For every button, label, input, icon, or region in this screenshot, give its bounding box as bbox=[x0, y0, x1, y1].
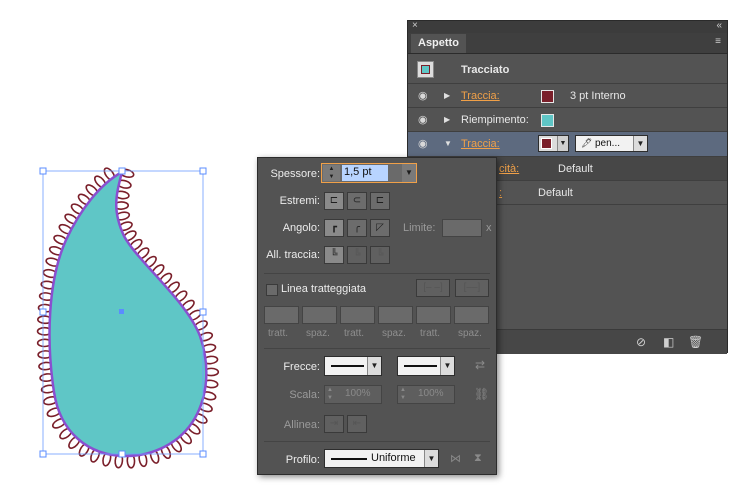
bevel-join-button[interactable]: ◸ bbox=[370, 219, 390, 237]
stroke-popup-panel: Spessore: ▲ ▼ 1,5 pt ▼ Estremi: ⊏ ⊂ ⊏ Ang… bbox=[257, 157, 497, 475]
stroke-label-link[interactable]: Traccia: bbox=[461, 132, 500, 156]
profile-value: Uniforme bbox=[371, 452, 416, 464]
align-dashes-button[interactable]: [‒‒] bbox=[455, 279, 489, 297]
path-thumbnail-icon bbox=[417, 61, 434, 78]
opacity-label-link[interactable]: : bbox=[499, 181, 502, 205]
corner-label: Angolo: bbox=[282, 222, 320, 234]
object-row[interactable]: Tracciato bbox=[408, 57, 727, 84]
opacity-label-link[interactable]: cità: bbox=[499, 157, 519, 181]
collapse-icon[interactable]: « bbox=[716, 20, 722, 31]
brush-icon: 🖋 bbox=[581, 138, 593, 148]
center-point bbox=[119, 309, 124, 314]
arrow-tip-beyond-button[interactable]: ⇥ bbox=[324, 415, 344, 433]
dashed-line-checkbox[interactable] bbox=[266, 284, 278, 296]
scale-label: Scala: bbox=[289, 389, 320, 401]
start-scale-field[interactable]: ▲ ▼ 100% bbox=[324, 385, 382, 404]
swap-arrowheads-icon[interactable]: ⇄ bbox=[475, 358, 485, 372]
end-scale-value: 100% bbox=[418, 388, 444, 399]
weight-stepper[interactable]: ▲ ▼ bbox=[323, 165, 340, 181]
link-scale-icon[interactable]: ⛓ bbox=[474, 387, 489, 401]
stroke-value: 3 pt Interno bbox=[570, 90, 626, 102]
expand-arrow-icon[interactable]: ▶ bbox=[444, 108, 450, 132]
object-type-label: Tracciato bbox=[461, 64, 510, 76]
stroke-color-swatch[interactable] bbox=[541, 90, 554, 103]
arrow-tip-at-end-button[interactable]: ⇤ bbox=[347, 415, 367, 433]
panel-tab-row: Aspetto ≡ bbox=[408, 33, 727, 54]
dash-field-1[interactable] bbox=[264, 306, 299, 324]
dash-field-3[interactable] bbox=[416, 306, 451, 324]
collapse-arrow-icon[interactable]: ▼ bbox=[444, 132, 452, 156]
appearance-row-fill[interactable]: ◉ ▶ Riempimento: bbox=[408, 108, 727, 132]
visibility-eye-icon[interactable]: ◉ bbox=[418, 108, 428, 132]
brush-name: pen... bbox=[595, 138, 621, 149]
fill-color-swatch[interactable] bbox=[541, 114, 554, 127]
divider bbox=[264, 273, 490, 274]
projecting-cap-button[interactable]: ⊏ bbox=[370, 192, 390, 210]
weight-field[interactable]: ▲ ▼ 1,5 pt ▼ bbox=[321, 163, 417, 183]
align-stroke-label: All. traccia: bbox=[266, 249, 320, 261]
weight-dropdown-arrow[interactable]: ▼ bbox=[402, 164, 416, 182]
butt-cap-button[interactable]: ⊏ bbox=[324, 192, 344, 210]
limit-label: Limite: bbox=[403, 222, 436, 234]
opacity-value: Default bbox=[558, 163, 593, 175]
gap-caption: spaz. bbox=[458, 328, 482, 339]
round-join-button[interactable]: ╭ bbox=[347, 219, 367, 237]
weight-value[interactable]: 1,5 pt bbox=[344, 166, 372, 178]
end-scale-field[interactable]: ▲ ▼ 100% bbox=[397, 385, 455, 404]
appearance-row-stroke-2[interactable]: ◉ ▼ Traccia: ▼ 🖋 pen... ▼ bbox=[408, 132, 727, 157]
dashed-line-label: Linea tratteggiata bbox=[281, 283, 367, 295]
expand-arrow-icon[interactable]: ▶ bbox=[444, 84, 450, 108]
dash-caption: tratt. bbox=[420, 328, 441, 339]
start-arrowhead-dropdown[interactable]: ▼ bbox=[324, 356, 382, 376]
stroke-label-link[interactable]: Traccia: bbox=[461, 84, 500, 108]
dash-caption: tratt. bbox=[344, 328, 365, 339]
gap-field-3[interactable] bbox=[454, 306, 489, 324]
fill-label: Riempimento: bbox=[461, 114, 529, 126]
trash-icon[interactable]: 🗑 bbox=[688, 335, 703, 349]
visibility-eye-icon[interactable]: ◉ bbox=[418, 132, 428, 156]
appearance-row-stroke-1[interactable]: ◉ ▶ Traccia: 3 pt Interno bbox=[408, 84, 727, 108]
caps-label: Estremi: bbox=[279, 195, 320, 207]
visibility-eye-icon[interactable]: ◉ bbox=[418, 84, 428, 108]
opacity-value: Default bbox=[538, 187, 573, 199]
start-scale-value: 100% bbox=[345, 388, 371, 399]
gap-caption: spaz. bbox=[306, 328, 330, 339]
profile-dropdown[interactable]: Uniforme ▼ bbox=[324, 449, 439, 468]
round-cap-button[interactable]: ⊂ bbox=[347, 192, 367, 210]
flip-along-icon[interactable]: ⋈ bbox=[450, 452, 461, 465]
profile-label: Profilo: bbox=[285, 454, 320, 466]
flip-across-icon[interactable]: ⧗ bbox=[474, 452, 482, 465]
dash-caption: tratt. bbox=[268, 328, 289, 339]
close-icon[interactable]: × bbox=[412, 20, 418, 31]
gap-field-2[interactable] bbox=[378, 306, 413, 324]
limit-multiplier: x bbox=[486, 222, 492, 234]
stroke-color-dropdown[interactable]: ▼ bbox=[538, 135, 569, 152]
gap-field-1[interactable] bbox=[302, 306, 337, 324]
panel-menu-icon[interactable]: ≡ bbox=[715, 36, 721, 47]
arrowheads-label: Frecce: bbox=[283, 361, 320, 373]
align-outside-button[interactable]: ╚ bbox=[370, 246, 390, 264]
align-arrows-label: Allinea: bbox=[283, 419, 320, 431]
brush-dropdown[interactable]: 🖋 pen... ▼ bbox=[575, 135, 648, 152]
divider bbox=[264, 348, 490, 349]
align-center-button[interactable]: ╚ bbox=[324, 246, 344, 264]
panel-title-bar[interactable]: × « bbox=[408, 20, 727, 33]
duplicate-item-icon[interactable]: ◧ bbox=[663, 335, 674, 349]
preserve-dashes-button[interactable]: [‒ ‒] bbox=[416, 279, 450, 297]
dash-field-2[interactable] bbox=[340, 306, 375, 324]
align-inside-button[interactable]: ╚ bbox=[347, 246, 367, 264]
tab-aspetto[interactable]: Aspetto bbox=[411, 34, 466, 53]
divider bbox=[264, 441, 490, 442]
limit-field[interactable] bbox=[442, 219, 482, 237]
miter-join-button[interactable]: ┏ bbox=[324, 219, 344, 237]
gap-caption: spaz. bbox=[382, 328, 406, 339]
artwork-canvas[interactable] bbox=[0, 0, 260, 491]
weight-label: Spessore: bbox=[270, 168, 320, 180]
end-arrowhead-dropdown[interactable]: ▼ bbox=[397, 356, 455, 376]
clear-appearance-icon[interactable]: ⊘ bbox=[636, 335, 646, 349]
